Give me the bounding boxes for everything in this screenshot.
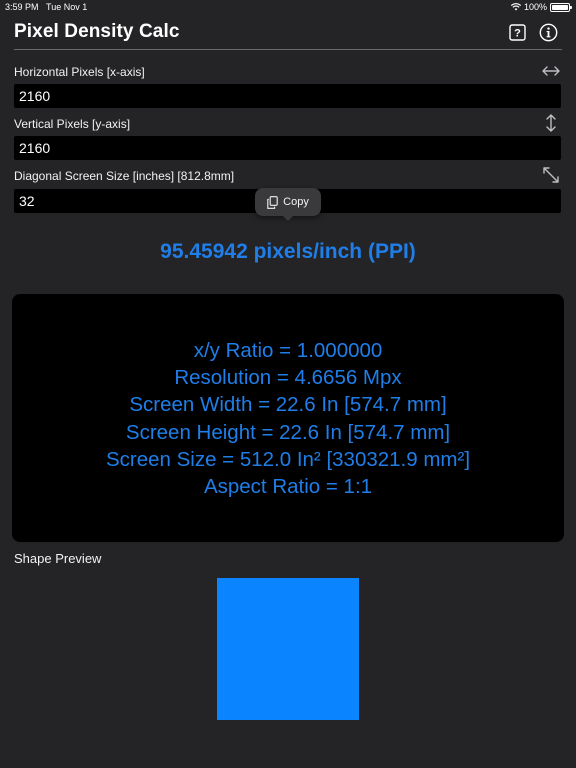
status-date: Tue Nov 1: [46, 2, 88, 12]
shape-preview-label: Shape Preview: [14, 551, 102, 566]
result-aspect-ratio: Aspect Ratio = 1:1: [203, 475, 373, 499]
result-screen-size: Screen Size = 512.0 In² [330321.9 mm²]: [105, 447, 471, 471]
vertical-arrows-icon: [546, 114, 556, 132]
app-screen: 3:59 PM Tue Nov 1 100% Pixel Density Cal…: [0, 0, 576, 768]
copy-label: Copy: [283, 196, 309, 208]
diagonal-arrows-icon: [543, 167, 559, 183]
copy-button[interactable]: Copy: [255, 188, 321, 221]
navigation-bar: Pixel Density Calc ?: [0, 14, 576, 50]
horizontal-arrows-icon: [542, 66, 560, 76]
status-time-date: 3:59 PM Tue Nov 1: [5, 2, 87, 12]
horizontal-pixels-label: Horizontal Pixels [x-axis]: [14, 65, 145, 79]
status-bar: 3:59 PM Tue Nov 1 100%: [0, 0, 576, 14]
battery-icon: [550, 2, 572, 12]
vertical-pixels-icon-button[interactable]: [541, 113, 561, 133]
vertical-pixels-input[interactable]: [14, 136, 561, 160]
help-button[interactable]: ?: [507, 22, 527, 42]
question-mark-icon: ?: [508, 23, 526, 41]
diagonal-size-icon-button[interactable]: [541, 165, 561, 185]
result-screen-height: Screen Height = 22.6 In [574.7 mm]: [125, 420, 451, 444]
svg-text:?: ?: [514, 27, 521, 39]
vertical-pixels-label: Vertical Pixels [y-axis]: [14, 117, 131, 131]
horizontal-pixels-icon-button[interactable]: [541, 61, 561, 81]
copy-icon: [267, 195, 278, 209]
info-button[interactable]: [538, 22, 558, 42]
result-resolution: Resolution = 4.6656 Mpx: [174, 366, 402, 390]
battery-percent: 100%: [523, 2, 547, 12]
diagonal-size-label: Diagonal Screen Size [inches] [812.8mm]: [14, 169, 235, 183]
status-time: 3:59 PM: [5, 2, 39, 12]
wifi-icon: [510, 3, 521, 11]
status-right: 100%: [510, 2, 572, 12]
result-screen-width: Screen Width = 22.6 In [574.7 mm]: [129, 393, 447, 417]
result-xy-ratio: x/y Ratio = 1.000000: [193, 339, 383, 362]
results-list: x/y Ratio = 1.000000 Resolution = 4.6656…: [12, 337, 564, 500]
shape-preview-square: [217, 578, 359, 720]
horizontal-pixels-input[interactable]: [14, 84, 561, 108]
results-panel: x/y Ratio = 1.000000 Resolution = 4.6656…: [12, 294, 564, 542]
header-divider: [14, 49, 562, 50]
ppi-result: 95.45942 pixels/inch (PPI): [160, 240, 416, 263]
info-icon: [539, 23, 557, 41]
page-title: Pixel Density Calc: [14, 21, 180, 42]
